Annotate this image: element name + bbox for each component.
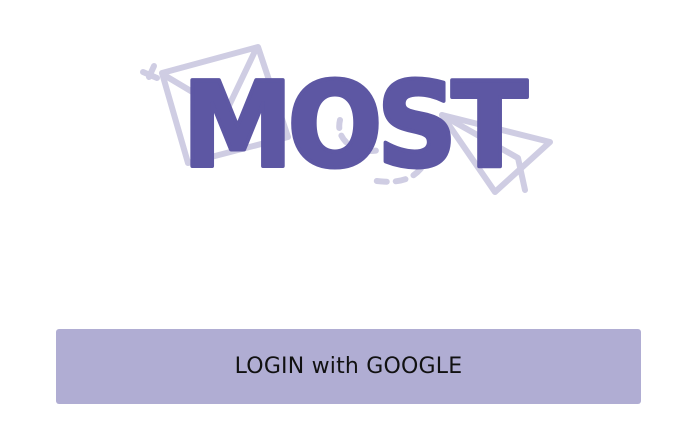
login-button-label: LOGIN with GOOGLE [234, 354, 463, 379]
logo: MOST [130, 30, 570, 210]
logo-graphic: MOST [140, 44, 553, 196]
login-with-google-button[interactable]: LOGIN with GOOGLE [56, 329, 641, 404]
logo-wordmark: MOST [182, 56, 527, 194]
